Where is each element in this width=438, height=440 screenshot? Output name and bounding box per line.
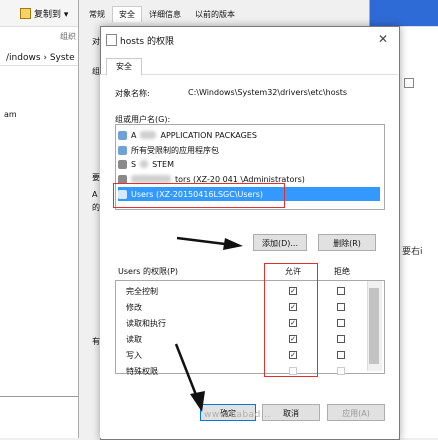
package-group-icon — [118, 130, 127, 140]
tab-divider — [100, 74, 398, 75]
properties-tabs: 常规 安全 详细信息 以前的版本 — [82, 6, 242, 22]
deny-checkbox[interactable] — [337, 335, 345, 343]
nav-item[interactable]: am — [4, 110, 17, 119]
highlight-box — [264, 263, 318, 377]
copy-to-label: 复制到 ▾ — [34, 9, 69, 20]
close-icon[interactable]: ✕ — [378, 32, 388, 46]
prop-label: 要 — [92, 173, 100, 182]
deny-checkbox[interactable] — [337, 287, 345, 295]
address-bar[interactable]: /indows › Syste — [0, 50, 85, 66]
file-icon — [404, 78, 414, 88]
scrollbar-thumb[interactable] — [369, 288, 379, 364]
deny-checkbox[interactable] — [337, 303, 345, 311]
permissions-label: Users 的权限(P) — [118, 267, 179, 276]
permission-name: 修改 — [126, 303, 142, 312]
organize-label: 组织 — [60, 32, 76, 41]
permission-name: 特殊权限 — [126, 367, 158, 376]
list-item[interactable]: 所有受限制的应用程序包 — [118, 143, 219, 157]
redacted-mark — [140, 160, 149, 168]
tab-security[interactable]: 安全 — [112, 6, 142, 22]
permission-name: 读取 — [126, 335, 142, 344]
file-icon — [106, 34, 117, 46]
package-group-icon — [118, 145, 127, 155]
arrow-icon — [174, 343, 205, 412]
apply-button[interactable]: 应用(A) — [327, 404, 385, 421]
prop-label: 有 — [92, 337, 100, 346]
object-name-value: C:\Windows\System32\drivers\etc\hosts — [188, 88, 348, 97]
folder-icon — [20, 7, 31, 19]
partial-text: 要右i — [402, 247, 423, 257]
highlight-box — [113, 183, 285, 208]
add-button[interactable]: 添加(D)... — [253, 234, 307, 251]
redacted-mark — [131, 175, 171, 183]
object-name-label: 对象名称: — [115, 89, 150, 98]
explorer-ribbon-accent — [365, 0, 438, 26]
permission-name: 读取和执行 — [126, 319, 166, 328]
navigation-pane — [0, 66, 86, 438]
prop-label: A — [92, 190, 98, 199]
permission-name: 完全控制 — [126, 287, 158, 296]
deny-checkbox[interactable] — [337, 367, 345, 375]
list-item[interactable]: A APPLICATION PACKAGES — [118, 128, 257, 142]
arrow-icon — [176, 236, 243, 250]
tab-details[interactable]: 详细信息 — [142, 6, 188, 22]
copy-to-button[interactable]: 复制到 ▾ — [20, 6, 68, 20]
redacted-mark — [140, 131, 157, 139]
divider — [0, 396, 80, 397]
prop-label: 的 — [92, 203, 100, 212]
list-item[interactable]: S STEM — [118, 157, 174, 171]
watermark: www.babad... — [204, 410, 271, 420]
user-group-icon — [118, 159, 127, 169]
dialog-title: hosts 的权限 — [120, 37, 174, 47]
tab-general[interactable]: 常规 — [82, 6, 112, 22]
deny-checkbox[interactable] — [337, 351, 345, 359]
prop-label: 组 — [92, 67, 100, 76]
remove-button[interactable]: 删除(R) — [318, 234, 376, 251]
permission-name: 写入 — [126, 351, 142, 360]
tab-security[interactable]: 安全 — [106, 58, 142, 76]
tab-previous-versions[interactable]: 以前的版本 — [188, 6, 242, 22]
deny-checkbox[interactable] — [337, 319, 345, 327]
prop-label: 对 — [92, 37, 100, 46]
deny-header: 拒绝 — [334, 267, 350, 276]
